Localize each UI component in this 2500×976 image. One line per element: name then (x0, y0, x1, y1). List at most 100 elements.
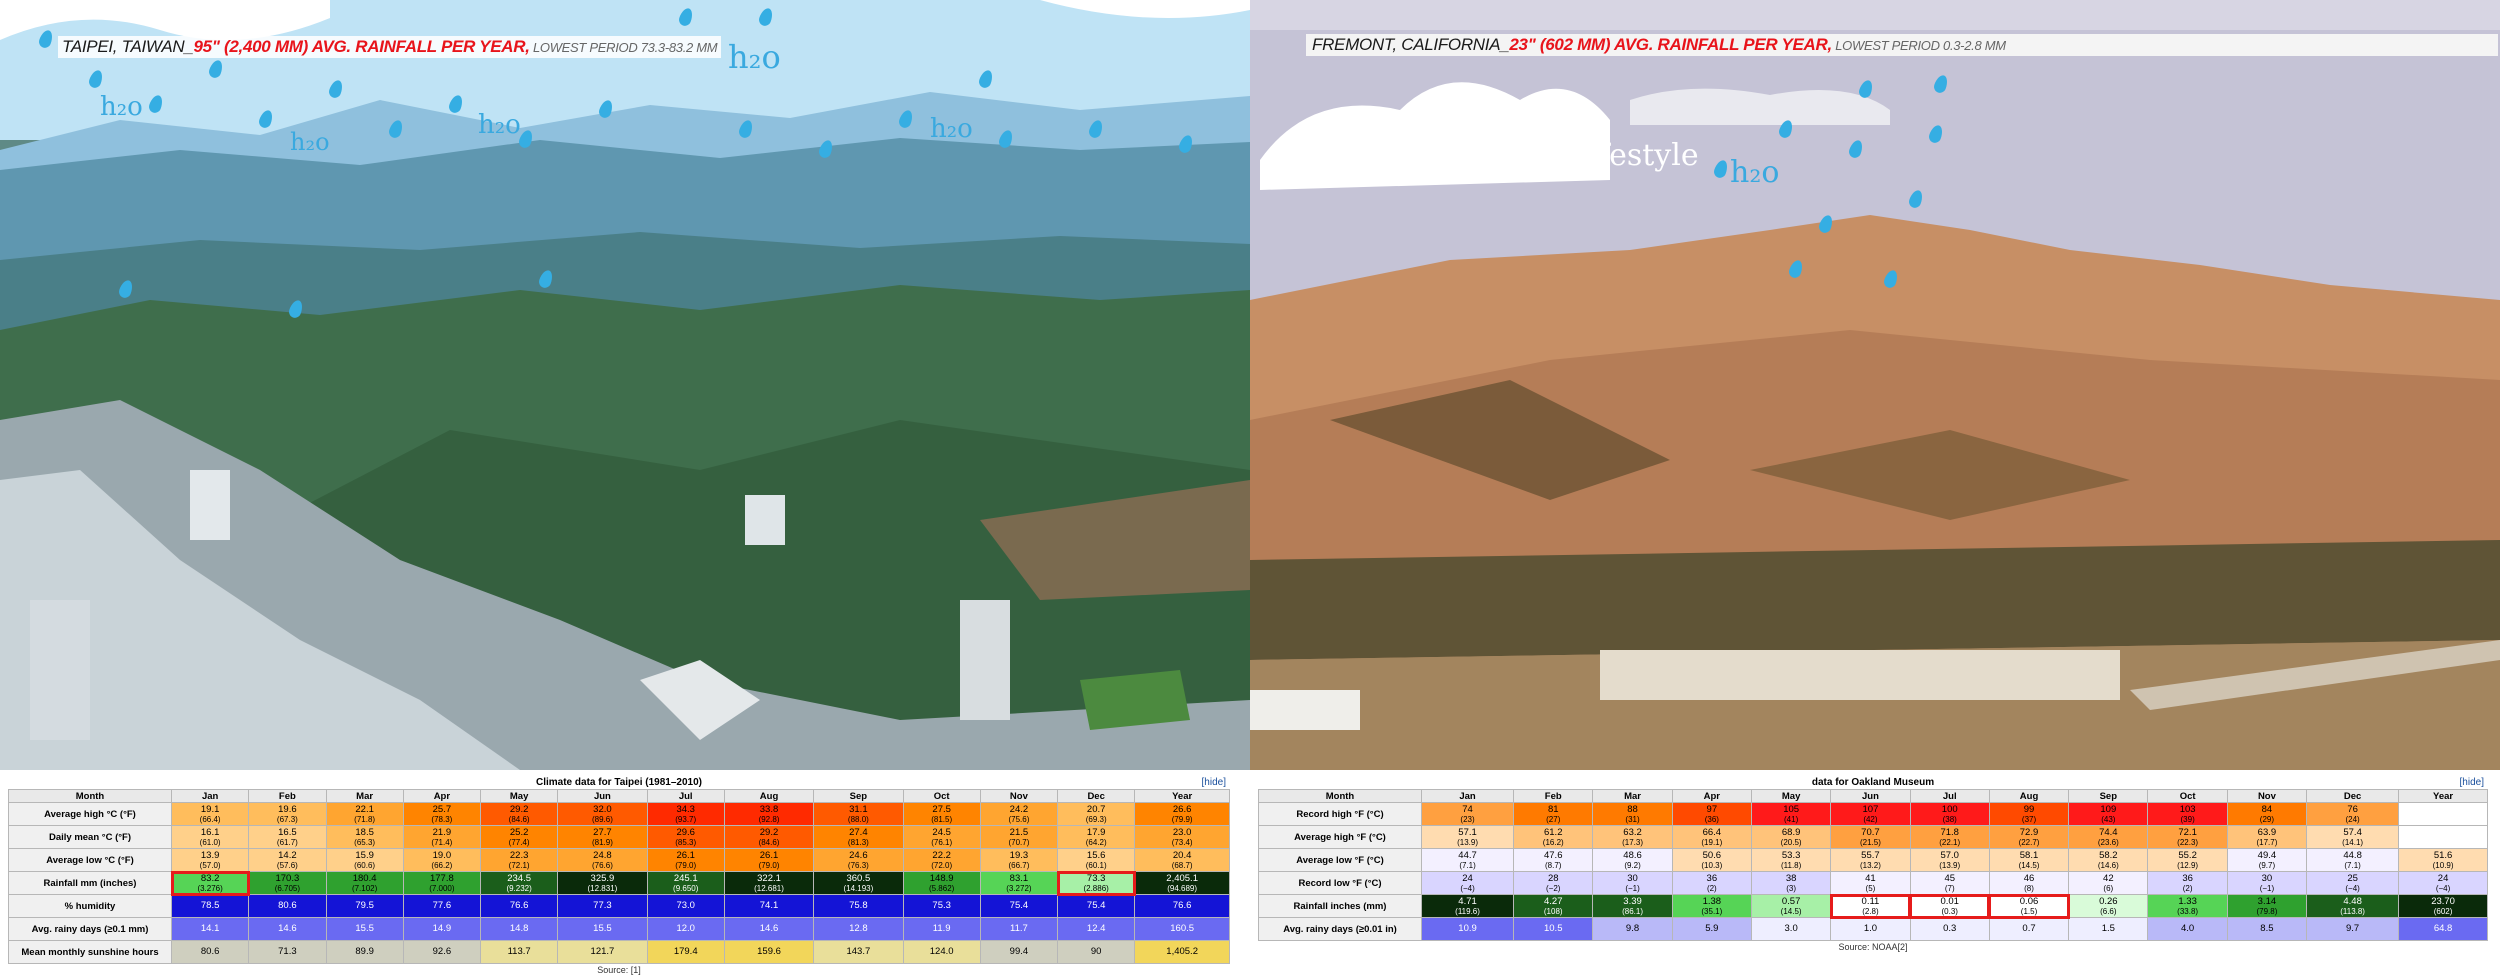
cell-subvalue: (36) (1704, 814, 1719, 824)
cell-value: 4.48 (2343, 895, 2362, 907)
cell-subvalue: (−4) (2345, 883, 2360, 893)
cell-value: 143.7 (846, 946, 871, 957)
cell-value: 24 (2437, 872, 2449, 884)
cell-value: 107 (1862, 803, 1879, 815)
table-cell: 32.0 (89.6) (557, 802, 648, 826)
table-cell: 10.5 (1513, 917, 1594, 941)
cell-value: 177.8 (429, 872, 454, 884)
table-cell: 24.2 (75.6) (979, 802, 1059, 826)
cell-subvalue: (113.8) (2340, 906, 2365, 916)
cell-value: 16.5 (278, 826, 297, 838)
cell-subvalue: (−4) (1460, 883, 1475, 893)
cell-subvalue: (31) (1625, 814, 1640, 824)
table-cell: 41 (5) (1830, 871, 1911, 895)
cell-value: 19.1 (200, 803, 220, 815)
cell-value: 0.7 (2022, 923, 2036, 934)
table-cell: 16.5 (61.7) (248, 825, 327, 849)
row-label: Average low °F (°C) (1258, 848, 1422, 872)
table-cell: 73.0 (646, 894, 725, 918)
cell-value: 30 (1627, 872, 1638, 884)
hide-link[interactable]: [hide] (2460, 776, 2484, 789)
table-cell: 57.4 (14.1) (2306, 825, 2400, 849)
cell-subvalue: (22.1) (1939, 837, 1961, 847)
cell-subvalue: (66.7) (1008, 860, 1030, 870)
cell-value: 57.1 (1458, 826, 1477, 838)
cell-value: 15.9 (355, 849, 374, 861)
cell-value: 57.4 (2343, 826, 2362, 838)
cell-subvalue: (66.2) (431, 860, 453, 870)
cell-subvalue: (9.2) (1624, 860, 1641, 870)
table-cell: 74 (23) (1420, 802, 1515, 826)
cell-value: 68.9 (1781, 826, 1801, 838)
table-cell: 80.6 (170, 940, 250, 964)
table-cell: 90 (1057, 940, 1136, 964)
cell-value: 16.1 (200, 826, 220, 838)
table-cell: 21.5 (70.7) (979, 825, 1059, 849)
column-header: Jul (646, 789, 725, 803)
row-label: Average high °F (°C) (1258, 825, 1422, 849)
cell-value: 121.7 (590, 946, 615, 957)
column-header: Jan (170, 789, 250, 803)
cell-value: 1.38 (1702, 895, 1722, 907)
cell-subvalue: (8.7) (1545, 860, 1562, 870)
cell-subvalue: (79.9) (1171, 814, 1193, 824)
table-cell: 83.1 (3.272) (979, 871, 1059, 895)
column-header: Aug (1988, 789, 2070, 803)
table-cell: 17.9 (64.2) (1057, 825, 1136, 849)
table-title-text: data for Oakland Museum (1811, 777, 1935, 788)
cell-value: 38 (1785, 872, 1797, 884)
table-cell: 14.9 (402, 917, 482, 941)
table-cell: 24 (−4) (1420, 871, 1515, 895)
cell-value: 3.0 (1784, 923, 1798, 934)
table-cell: 20.4 (68.7) (1134, 848, 1230, 872)
cell-value: 0.06 (2019, 895, 2039, 907)
cell-subvalue: (3.276) (197, 883, 223, 893)
column-header-month: Month (1258, 789, 1422, 803)
table-cell: 107 (42) (1830, 802, 1911, 826)
cell-subvalue: (61.7) (276, 837, 298, 847)
cell-value: 24.5 (932, 826, 951, 838)
table-row: Average low °F (°C) 44.7 (7.1) 47.6 (8.7) 48.… (1258, 848, 2488, 872)
table-cell: 75.3 (902, 894, 981, 918)
table-cell: 18.5 (65.3) (325, 825, 404, 849)
table-cell: 25.7 (78.3) (402, 802, 482, 826)
table-cell: 24.5 (76.1) (902, 825, 981, 849)
cell-value: 34.3 (676, 803, 695, 815)
cell-value: 103 (2179, 803, 2196, 815)
table-cell: 3.39 (86.1) (1592, 894, 1673, 918)
cell-value: 18.5 (355, 826, 374, 838)
cell-value: 51.6 (2433, 849, 2453, 861)
cell-subvalue: (27) (1546, 814, 1561, 824)
taipei-rainfall-caption: TAIPEI, TAIWAN_95" (2,400 MM) AVG. RAINF… (58, 36, 722, 58)
table-cell: 9.8 (1592, 917, 1673, 941)
table-cell: 0.3 (1909, 917, 1990, 941)
cell-value: 3.14 (2257, 895, 2277, 907)
cell-value: 11.7 (1010, 923, 1028, 934)
climate-table: Month Jan Feb Mar Apr May Jun Jul Aug Sep Oct Nov De… (8, 789, 1230, 964)
table-cell: 70.7 (21.5) (1830, 825, 1911, 849)
cell-subvalue: (39) (2180, 814, 2195, 824)
cell-subvalue: (6.6) (2100, 906, 2117, 916)
table-cell: 77.6 (402, 894, 482, 918)
cell-subvalue: (3.272) (1006, 883, 1032, 893)
cell-subvalue: (23.6) (2097, 837, 2119, 847)
cell-value: 27.4 (849, 826, 868, 838)
cell-subvalue: (14.5) (1780, 906, 1802, 916)
table-cell: 99 (37) (1988, 802, 2070, 826)
cell-subvalue: (1.5) (2020, 906, 2038, 916)
hide-link[interactable]: [hide] (1202, 776, 1226, 789)
table-cell: 88 (31) (1592, 802, 1673, 826)
table-cell: 14.6 (248, 917, 327, 941)
cell-value: 99.4 (1009, 946, 1029, 957)
cell-subvalue: (79.0) (758, 860, 780, 870)
column-header: Year (1134, 789, 1230, 803)
cell-subvalue: (75.6) (1008, 814, 1030, 824)
cell-value: 15.6 (1086, 849, 1106, 861)
cell-subvalue: (89.6) (591, 814, 613, 824)
column-header: Feb (248, 789, 327, 803)
table-cell: 19.0 (66.2) (402, 848, 482, 872)
column-header: Mar (1592, 789, 1673, 803)
cell-value: 124.0 (929, 946, 954, 957)
cell-subvalue: (7.1) (2344, 860, 2361, 870)
cell-value: 88 (1627, 803, 1638, 815)
